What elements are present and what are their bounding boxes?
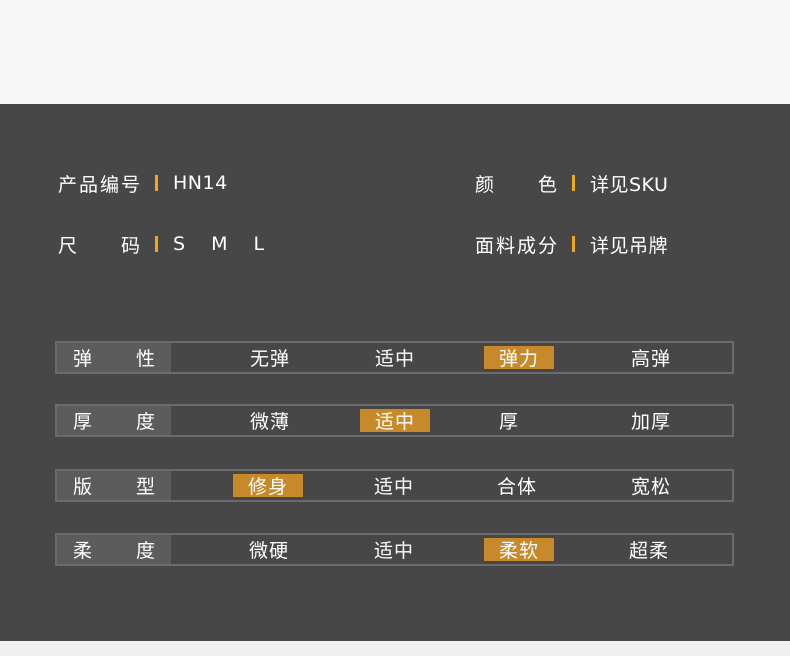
attr-option: 超柔 — [628, 540, 669, 562]
attr-option: 微薄 — [249, 411, 290, 433]
attr-row-fit: 版 型 修身 适中 合体 宽松 — [55, 469, 734, 502]
attr-label: 厚 度 — [57, 406, 171, 435]
separator-bar — [572, 236, 575, 252]
attr-option-selected: 弹力 — [484, 346, 554, 370]
label-char: 弹 — [73, 348, 93, 370]
attr-label: 版 型 — [57, 471, 171, 500]
product-number-label: 产 品 编 号 — [58, 170, 140, 197]
attr-row-thickness: 厚 度 微薄 适中 厚 加厚 — [55, 404, 734, 437]
label-char: 柔 — [73, 540, 93, 562]
top-blank-area — [0, 0, 790, 104]
label-char: 尺 — [58, 234, 78, 257]
label-char: 版 — [73, 476, 93, 498]
attr-row-elasticity: 弹 性 无弹 适中 弹力 高弹 — [55, 341, 734, 374]
separator-bar — [155, 175, 158, 191]
label-char: 厚 — [73, 411, 93, 433]
attr-option-selected: 修身 — [233, 474, 303, 498]
label-char: 编 — [99, 173, 119, 196]
attr-option: 适中 — [373, 476, 414, 498]
size-row: 尺 码 S M L — [58, 231, 275, 258]
product-info-panel: 产 品 编 号 HN14 颜 色 详见SKU 尺 码 S M L 面 料 成 分 — [0, 104, 790, 641]
size-value: S M L — [173, 233, 275, 255]
attr-row-softness: 柔 度 微硬 适中 柔软 超柔 — [55, 533, 734, 566]
attr-option: 宽松 — [630, 476, 671, 498]
label-char: 成 — [516, 234, 536, 257]
label-char: 度 — [135, 540, 155, 562]
label-char: 度 — [135, 411, 155, 433]
label-char: 面 — [475, 234, 495, 257]
label-char: 颜 — [475, 173, 495, 196]
attr-option: 微硬 — [248, 540, 289, 562]
color-label: 颜 色 — [475, 170, 557, 197]
label-char: 料 — [495, 234, 515, 257]
separator-bar — [572, 175, 575, 191]
product-number-row: 产 品 编 号 HN14 — [58, 170, 228, 197]
attr-option: 加厚 — [630, 411, 671, 433]
label-char: 分 — [537, 234, 557, 257]
attr-option: 高弹 — [630, 348, 671, 370]
attr-option: 合体 — [496, 476, 537, 498]
attr-option-selected: 柔软 — [484, 538, 554, 562]
bottom-blank-area — [0, 641, 790, 656]
label-char: 码 — [120, 234, 140, 257]
fabric-row: 面 料 成 分 详见吊牌 — [475, 231, 669, 258]
attr-label: 柔 度 — [57, 535, 171, 564]
attr-option: 厚 — [498, 411, 519, 433]
color-value: 详见SKU — [590, 173, 669, 196]
product-number-value: HN14 — [173, 172, 228, 194]
label-char: 品 — [78, 173, 98, 196]
attr-label: 弹 性 — [57, 343, 171, 372]
separator-bar — [155, 236, 158, 252]
fabric-value: 详见吊牌 — [590, 234, 669, 257]
attr-option: 无弹 — [249, 348, 290, 370]
attr-option: 适中 — [374, 348, 415, 370]
label-char: 号 — [120, 173, 140, 196]
label-char: 色 — [537, 173, 557, 196]
attr-option-selected: 适中 — [360, 409, 430, 433]
attr-option: 适中 — [373, 540, 414, 562]
color-row: 颜 色 详见SKU — [475, 170, 669, 197]
label-char: 性 — [135, 348, 155, 370]
label-char: 型 — [135, 476, 155, 498]
label-char: 产 — [58, 173, 78, 196]
fabric-label: 面 料 成 分 — [475, 231, 557, 258]
size-label: 尺 码 — [58, 231, 140, 258]
